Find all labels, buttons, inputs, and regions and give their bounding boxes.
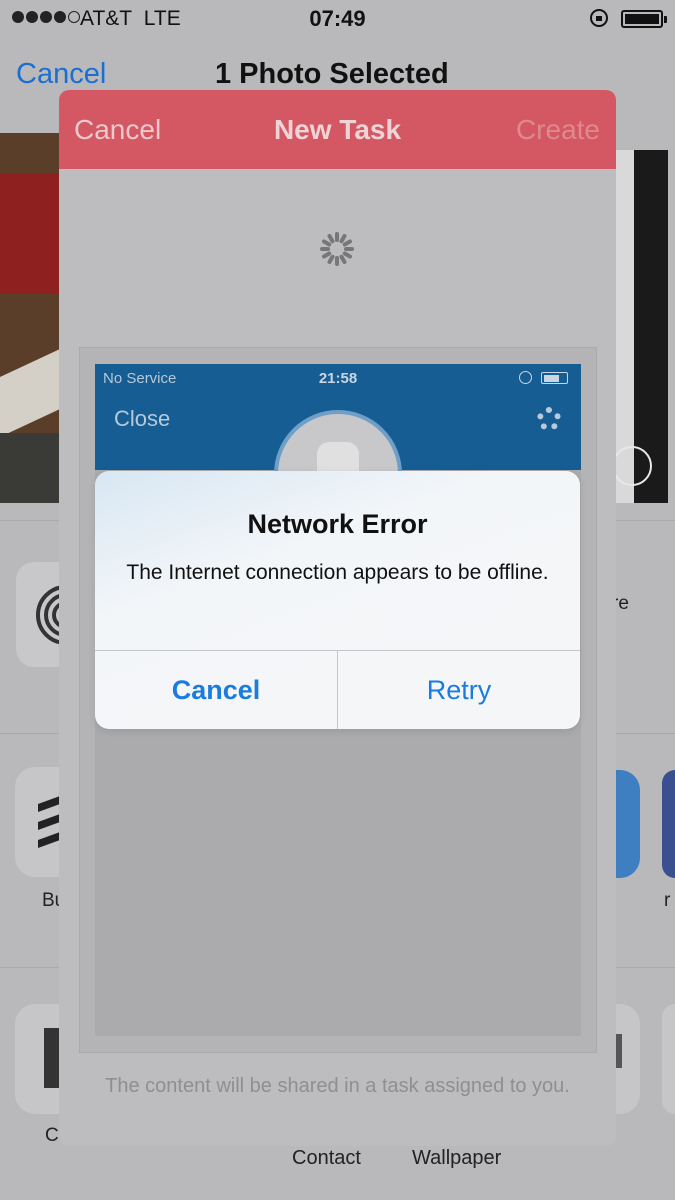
alert-message: The Internet connection appears to be of… bbox=[126, 561, 549, 584]
action-wallpaper-label[interactable]: Wallpaper bbox=[412, 1147, 501, 1170]
status-time: 07:49 bbox=[309, 6, 366, 31]
alert-retry-button[interactable]: Retry bbox=[338, 651, 580, 729]
photo-thumbnail-left[interactable] bbox=[0, 133, 60, 503]
attachment-close-label: Close bbox=[114, 406, 171, 431]
share-cancel-button[interactable]: Cancel bbox=[16, 58, 106, 91]
task-footer-text: The content will be shared in a task ass… bbox=[105, 1075, 570, 1097]
share-app-right-label: r bbox=[664, 890, 671, 911]
attachment-rotation-lock-icon bbox=[519, 371, 532, 384]
loading-spinner-icon bbox=[320, 232, 354, 266]
attachment-status-time: 21:58 bbox=[318, 370, 358, 387]
action-copy-label: C bbox=[45, 1125, 59, 1146]
task-header: Cancel New Task Create bbox=[59, 90, 616, 169]
attachment-battery-icon bbox=[541, 372, 568, 384]
action-assign-contact-label[interactable]: Contact bbox=[292, 1147, 361, 1170]
gear-icon bbox=[537, 407, 561, 431]
battery-icon bbox=[621, 10, 667, 28]
action-far-right-tile[interactable] bbox=[662, 1004, 675, 1114]
share-title: 1 Photo Selected bbox=[215, 58, 449, 90]
copy-icon bbox=[44, 1028, 60, 1088]
network-error-alert: Network Error The Internet connection ap… bbox=[95, 471, 580, 729]
share-app-twitter[interactable] bbox=[612, 770, 640, 878]
photo-select-circle[interactable] bbox=[612, 446, 652, 486]
rotation-lock-icon bbox=[590, 9, 608, 27]
status-bar: AT&T LTE 07:49 bbox=[0, 0, 675, 38]
alert-title: Network Error bbox=[247, 509, 428, 539]
task-create-button[interactable]: Create bbox=[516, 114, 600, 146]
share-app-facebook[interactable] bbox=[662, 770, 675, 878]
alert-cancel-button[interactable]: Cancel bbox=[95, 651, 337, 729]
